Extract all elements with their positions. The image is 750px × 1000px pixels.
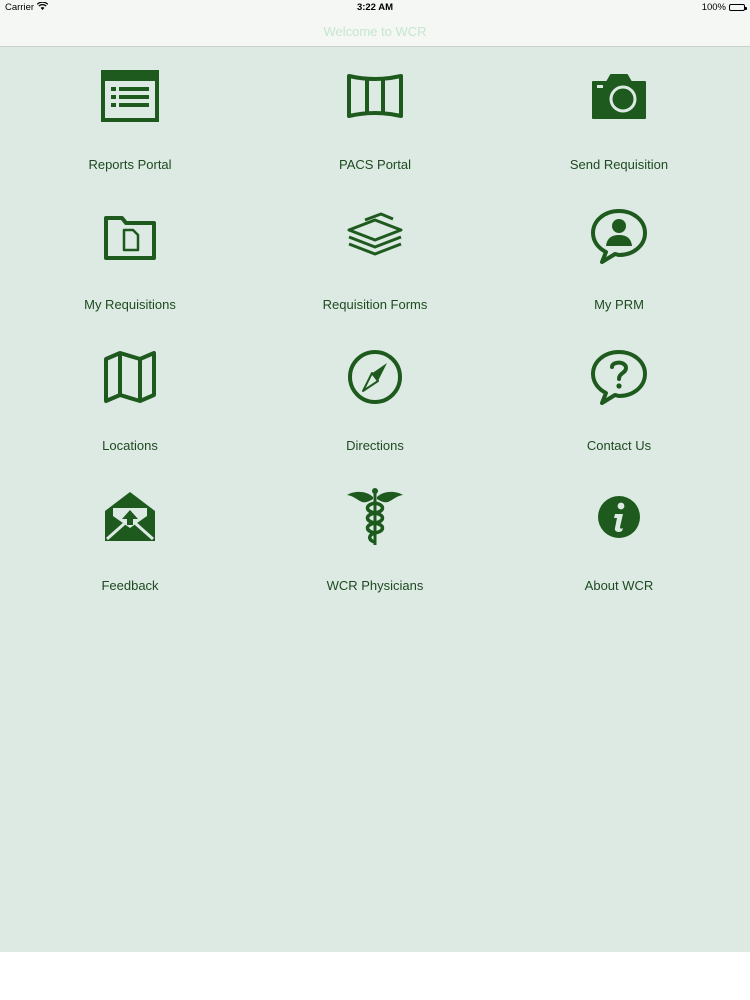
menu-grid: Reports Portal PACS Portal Send Requisit… (0, 47, 750, 952)
my-requisitions-button[interactable]: My Requisitions (30, 206, 230, 336)
send-requisition-label: Send Requisition (569, 157, 669, 172)
send-requisition-button[interactable]: Send Requisition (519, 66, 719, 196)
reports-icon (100, 66, 160, 126)
contact-us-button[interactable]: Contact Us (519, 347, 719, 477)
caduceus-icon (345, 487, 405, 547)
info-icon (589, 487, 649, 547)
pacs-portal-label: PACS Portal (338, 157, 411, 172)
about-wcr-label: About WCR (584, 578, 654, 593)
my-prm-button[interactable]: My PRM (519, 206, 719, 336)
folder-icon (100, 206, 160, 266)
reports-portal-label: Reports Portal (88, 157, 172, 172)
my-prm-label: My PRM (594, 297, 644, 312)
status-time: 3:22 AM (356, 2, 394, 13)
forms-stack-icon (345, 206, 405, 266)
directions-button[interactable]: Directions (275, 347, 475, 477)
person-chat-icon (589, 206, 649, 266)
nav-title: Welcome to WCR (323, 24, 427, 39)
map-icon (100, 347, 160, 407)
directions-label: Directions (346, 438, 404, 453)
about-wcr-button[interactable]: About WCR (519, 487, 719, 617)
feedback-label: Feedback (101, 578, 159, 593)
feedback-button[interactable]: Feedback (30, 487, 230, 617)
battery-icon (729, 4, 747, 11)
reports-portal-button[interactable]: Reports Portal (30, 66, 230, 196)
compass-icon (345, 347, 405, 407)
camera-icon (589, 66, 649, 126)
requisition-forms-label: Requisition Forms (322, 297, 428, 312)
status-bar: Carrier 3:22 AM 100% (0, 0, 750, 16)
contact-us-label: Contact Us (586, 438, 652, 453)
question-chat-icon (589, 347, 649, 407)
battery-percent: 100% (701, 2, 726, 13)
bottom-bar (0, 952, 750, 1000)
navigation-bar: Welcome to WCR (0, 16, 750, 47)
locations-label: Locations (102, 438, 158, 453)
pacs-portal-button[interactable]: PACS Portal (275, 66, 475, 196)
pacs-icon (345, 66, 405, 126)
locations-button[interactable]: Locations (30, 347, 230, 477)
mail-icon (100, 487, 160, 547)
requisition-forms-button[interactable]: Requisition Forms (275, 206, 475, 336)
wcr-physicians-label: WCR Physicians (326, 578, 424, 593)
wcr-physicians-button[interactable]: WCR Physicians (275, 487, 475, 617)
my-requisitions-label: My Requisitions (84, 297, 176, 312)
